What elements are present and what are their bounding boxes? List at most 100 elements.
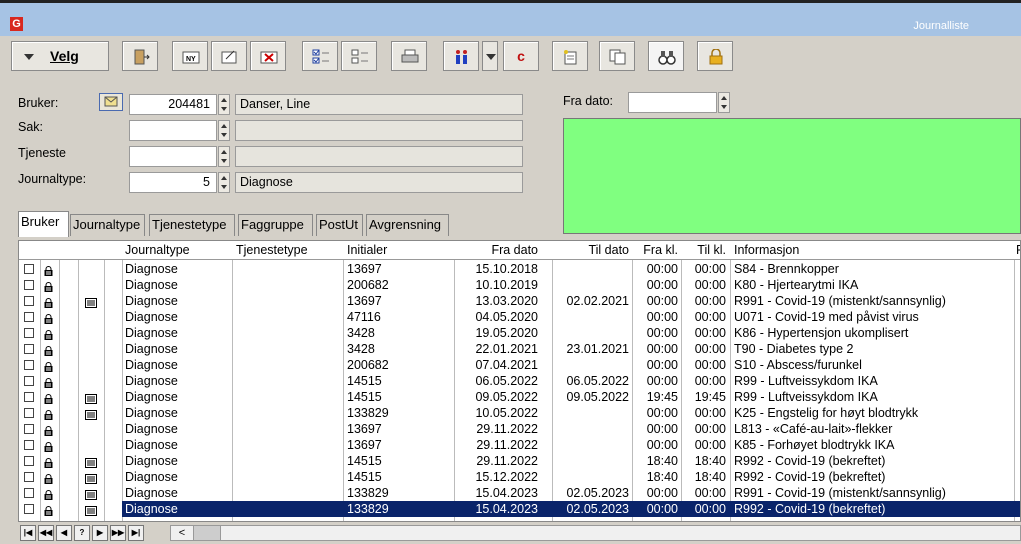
table-row[interactable]: Diagnose 13697 15.10.2018 00:00 00:00 S84 - B… [19,261,1020,277]
lock-icon [44,408,53,420]
cell-initialer: 200682 [347,358,389,372]
users-button[interactable] [443,41,479,71]
row-checkbox[interactable] [24,456,34,466]
cell-fra-dato: 07.04.2021 [475,358,538,372]
col-til-dato[interactable]: Til dato [552,243,629,257]
fra-dato-spinner[interactable] [718,92,730,113]
tjeneste-label: Tjeneste [18,146,66,160]
info-panel [563,118,1021,234]
tab-tjenestetype[interactable]: Tjenestetype [149,214,235,236]
table-row[interactable]: Diagnose 13697 29.11.2022 00:00 00:00 K85 - F… [19,437,1020,453]
row-checkbox[interactable] [24,360,34,370]
bruker-id-field[interactable]: 204481 [129,94,217,115]
last-record-button[interactable]: ▶| [128,525,144,541]
help-button[interactable]: ? [74,525,90,541]
tjeneste-spinner[interactable] [218,146,230,167]
search-binoculars-button[interactable] [648,41,684,71]
first-record-button[interactable]: |◀ [20,525,36,541]
table-row[interactable]: Diagnose 133829 15.04.2023 02.05.2023 00:00 0… [19,485,1020,501]
row-checkbox[interactable] [24,280,34,290]
col-fra-kl[interactable]: Fra kl. [632,243,678,257]
row-checkbox[interactable] [24,440,34,450]
row-checkbox[interactable] [24,408,34,418]
table-row[interactable]: Diagnose 200682 10.10.2019 00:00 00:00 K80 - … [19,277,1020,293]
scroll-left-button[interactable]: < [171,526,193,540]
horizontal-scrollbar[interactable]: < [170,525,1021,541]
copy-button[interactable] [599,41,635,71]
mail-button[interactable] [99,93,123,111]
table-row[interactable]: Diagnose 47116 04.05.2020 00:00 00:00 U071 - … [19,309,1020,325]
journaltype-spinner[interactable] [218,172,230,193]
velg-button[interactable]: Velg [11,41,109,71]
table-row[interactable]: Diagnose 13697 29.11.2022 00:00 00:00 L813 - … [19,421,1020,437]
cell-initialer: 13697 [347,438,382,452]
next-page-button[interactable]: ▶▶ [110,525,126,541]
sak-spinner[interactable] [218,120,230,141]
window-title: Journalliste [913,20,969,32]
table-row[interactable]: Diagnose 14515 15.12.2022 18:40 18:40 R992 - … [19,469,1020,485]
row-checkbox[interactable] [24,488,34,498]
select-all-button[interactable] [302,41,338,71]
table-row[interactable]: Diagnose 200682 07.04.2021 00:00 00:00 S10 - … [19,357,1020,373]
tab-postut[interactable]: PostUt [316,214,363,236]
c-button[interactable]: c [503,41,539,71]
cell-initialer: 133829 [347,486,389,500]
table-row[interactable]: Diagnose 3428 19.05.2020 00:00 00:00 K86 - Hy… [19,325,1020,341]
row-checkbox[interactable] [24,376,34,386]
col-informasjon[interactable]: Informasjon [734,243,799,257]
cell-informasjon: K85 - Forhøyet blodtrykk IKA [734,438,895,452]
users-dropdown-button[interactable] [482,41,498,71]
col-tjenestetype[interactable]: Tjenestetype [236,243,308,257]
bruker-spinner[interactable] [218,94,230,115]
tab-avgrensning[interactable]: Avgrensning [366,214,449,236]
attach-button[interactable] [552,41,588,71]
table-row[interactable]: Diagnose 14515 09.05.2022 09.05.2022 19:45 19… [19,389,1020,405]
scroll-thumb[interactable] [193,526,221,540]
row-checkbox[interactable] [24,264,34,274]
cell-fra-dato: 10.05.2022 [475,406,538,420]
delete-button[interactable] [250,41,286,71]
table-row[interactable]: Diagnose 14515 29.11.2022 18:40 18:40 R992 - … [19,453,1020,469]
table-row[interactable]: Diagnose 13697 13.03.2020 02.02.2021 00:00 00… [19,293,1020,309]
lock-button[interactable] [697,41,733,71]
row-checkbox[interactable] [24,312,34,322]
col-initialer[interactable]: Initialer [347,243,387,257]
table-row[interactable]: Diagnose 133829 15.04.2023 02.05.2023 00:00 0… [19,501,1020,517]
table-row[interactable]: Diagnose 3428 22.01.2021 23.01.2021 00:00 00:… [19,341,1020,357]
row-checkbox[interactable] [24,472,34,482]
prev-page-button[interactable]: ◀◀ [38,525,54,541]
row-checkbox[interactable] [24,504,34,514]
cell-journaltype: Diagnose [125,454,178,468]
fra-dato-field[interactable] [628,92,717,113]
row-checkbox[interactable] [24,424,34,434]
cell-til-dato: 02.05.2023 [566,502,629,516]
row-checkbox[interactable] [24,392,34,402]
edit-button[interactable] [211,41,247,71]
prev-record-button[interactable]: ◀ [56,525,72,541]
tab-faggruppe[interactable]: Faggruppe [238,214,313,236]
cell-til-kl: 00:00 [694,342,726,356]
print-button[interactable] [391,41,427,71]
journaltype-field[interactable]: 5 [129,172,217,193]
col-til-kl[interactable]: Til kl. [681,243,726,257]
row-checkbox[interactable] [24,328,34,338]
cell-journaltype: Diagnose [125,278,178,292]
table-row[interactable]: Diagnose 14515 06.05.2022 06.05.2022 00:00 00… [19,373,1020,389]
table-row[interactable]: Diagnose 133829 10.05.2022 00:00 00:00 K25 - … [19,405,1020,421]
sak-field[interactable] [129,120,217,141]
lock-icon [44,392,53,404]
col-journaltype[interactable]: Journaltype [125,243,190,257]
tab-journaltype[interactable]: Journaltype [70,214,145,236]
row-checkbox[interactable] [24,344,34,354]
cell-til-kl: 00:00 [694,262,726,276]
col-fra-dato[interactable]: Fra dato [454,243,538,257]
lock-icon [44,456,53,468]
col-f[interactable]: F [1016,243,1020,257]
exit-button[interactable] [122,41,158,71]
next-record-button[interactable]: ▶ [92,525,108,541]
new-button[interactable]: NY [172,41,208,71]
tab-bruker[interactable]: Bruker [18,211,69,237]
row-checkbox[interactable] [24,296,34,306]
select-none-button[interactable] [341,41,377,71]
tjeneste-field[interactable] [129,146,217,167]
